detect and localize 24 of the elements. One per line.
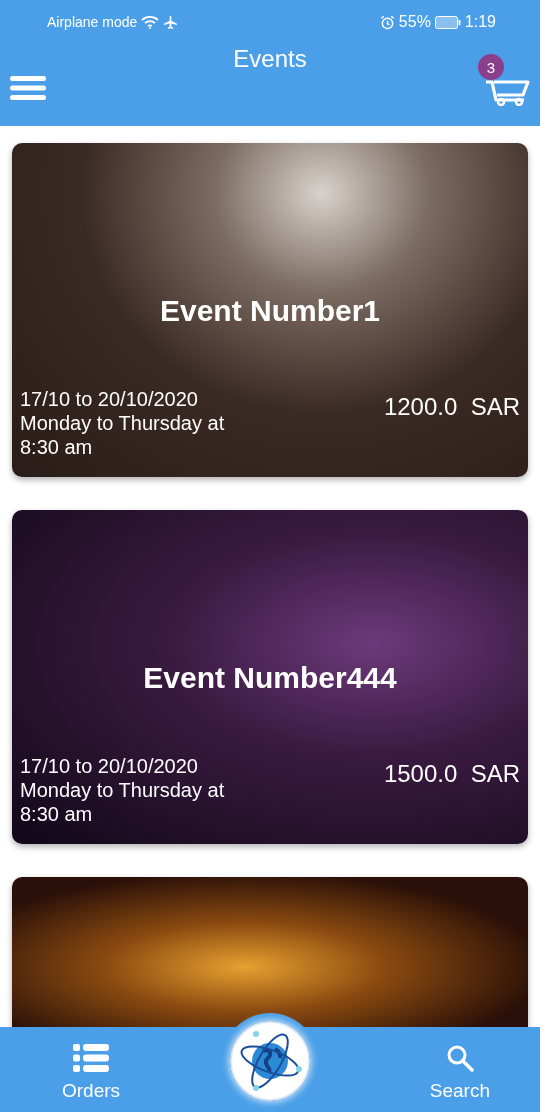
- event-title: Event Number1: [158, 294, 382, 328]
- battery-icon: [434, 15, 461, 29]
- event-schedule: Monday to Thursday at 8:30 am: [20, 411, 226, 459]
- event-title: Event Number444: [142, 661, 398, 695]
- menu-button[interactable]: [10, 74, 46, 102]
- clock-time: 1:19: [464, 13, 496, 31]
- search-icon: [445, 1043, 474, 1072]
- airplane-mode-label: Airplane mode: [47, 14, 138, 30]
- alarm-icon: [379, 14, 395, 30]
- event-card[interactable]: [12, 877, 528, 1027]
- event-card[interactable]: Event Number1 17/10 to 20/10/2020 Monday to Thursday at 8:30 am 1200.0 SAR: [12, 143, 528, 477]
- event-dates: 17/10 to 20/10/2020: [20, 754, 199, 778]
- event-schedule: Monday to Thursday at 8:30 am: [20, 778, 226, 826]
- event-card[interactable]: Event Number444 17/10 to 20/10/2020 Monday to Thursday at 8:30 am 1500.0 SAR: [12, 510, 528, 844]
- wifi-icon: [141, 15, 160, 29]
- battery-percent: 55%: [398, 13, 431, 31]
- cart-count-badge: 3: [478, 54, 504, 80]
- page-title: Events: [233, 45, 307, 73]
- airplane-icon: [163, 14, 179, 30]
- event-price: 1500.0 SAR: [383, 760, 520, 788]
- event-price: 1200.0 SAR: [383, 393, 520, 421]
- event-dates: 17/10 to 20/10/2020: [20, 387, 199, 411]
- list-icon: [73, 1043, 110, 1072]
- globe-logo-button[interactable]: [230, 1021, 310, 1101]
